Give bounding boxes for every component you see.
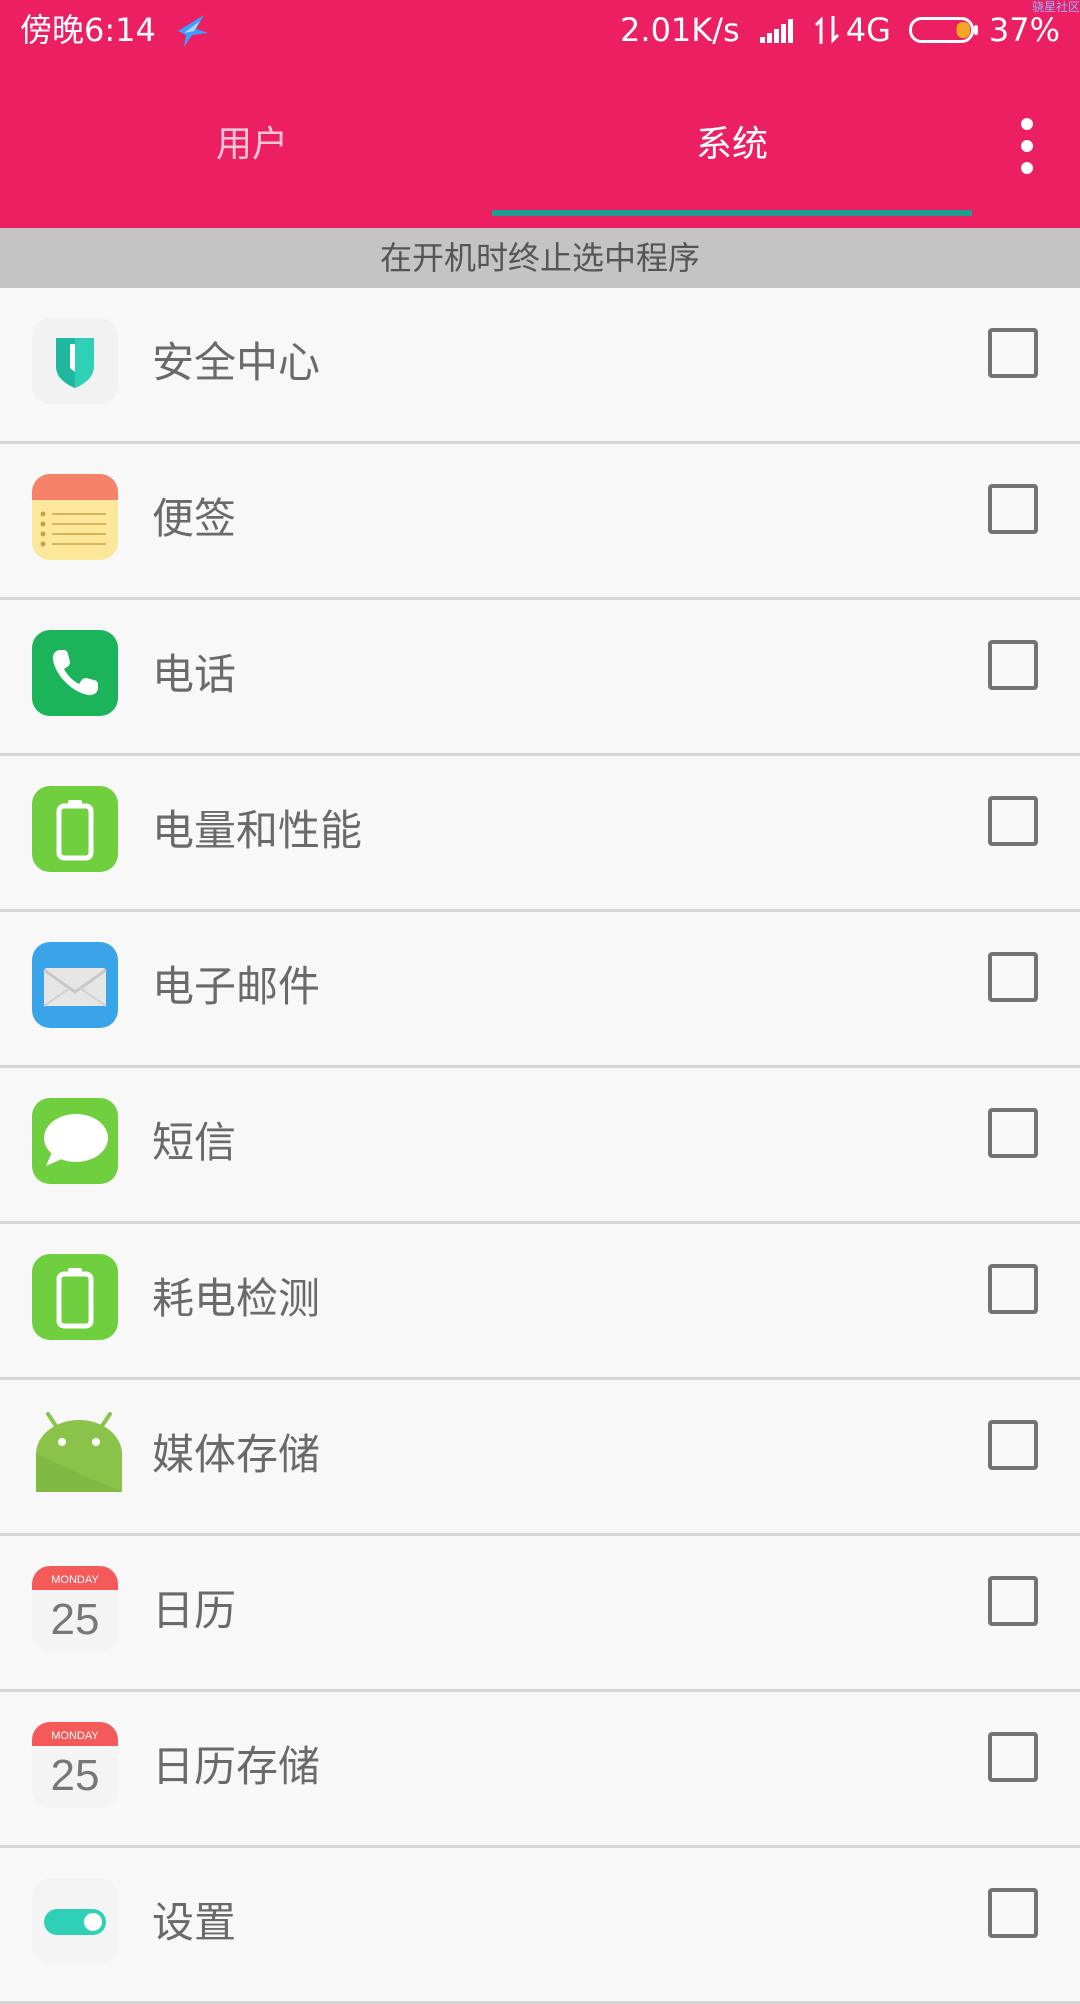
- list-item[interactable]: 短信: [0, 1068, 1080, 1224]
- app-label: 电子邮件: [152, 962, 321, 1011]
- app-checkbox[interactable]: [988, 484, 1038, 534]
- battery-status-icon: [908, 17, 978, 43]
- app-header: 傍晚6:14 2.01K/s 4G 37% 骁星社区 用户 系统: [0, 0, 1080, 228]
- app-label: 安全中心: [152, 338, 321, 387]
- toggle-icon: [32, 1878, 118, 1964]
- phone-icon: [32, 630, 118, 716]
- app-checkbox[interactable]: [988, 1264, 1038, 1314]
- list-item[interactable]: MONDAY 25 日历: [0, 1536, 1080, 1692]
- app-label: 电量和性能: [152, 806, 363, 855]
- tab-bar: 用户 系统: [0, 84, 1080, 228]
- more-options-button[interactable]: [1010, 118, 1044, 178]
- app-list: 安全中心 便签 电话 电量和性能 电子邮件 短信 耗电检测 媒体存储 MONDA…: [0, 288, 1080, 2004]
- status-right: 2.01K/s 4G 37%: [620, 8, 1060, 52]
- app-label: 日历存储: [152, 1742, 321, 1791]
- android-icon: [36, 1412, 122, 1492]
- calendar-date-text: 25: [51, 1751, 100, 1800]
- tab-indicator: [492, 210, 972, 216]
- email-icon: [32, 942, 118, 1028]
- status-time: 傍晚6:14: [20, 11, 156, 49]
- more-dot-icon: [1021, 140, 1033, 152]
- list-item[interactable]: 电子邮件: [0, 912, 1080, 1068]
- app-checkbox[interactable]: [988, 1732, 1038, 1782]
- app-label: 电话: [152, 650, 237, 699]
- more-dot-icon: [1021, 162, 1033, 174]
- list-item[interactable]: 安全中心: [0, 288, 1080, 444]
- list-item[interactable]: 电量和性能: [0, 756, 1080, 912]
- tab-user[interactable]: 用户: [12, 84, 492, 228]
- app-label: 便签: [152, 494, 237, 543]
- network-type: 4G: [845, 11, 891, 49]
- status-left: 傍晚6:14: [20, 8, 212, 52]
- message-icon: [32, 1098, 118, 1184]
- status-bar: 傍晚6:14 2.01K/s 4G 37% 骁星社区: [0, 0, 1080, 64]
- app-label: 短信: [152, 1118, 237, 1167]
- calendar-date-text: 25: [51, 1595, 100, 1644]
- section-header: 在开机时终止选中程序: [0, 228, 1080, 288]
- list-item[interactable]: 设置: [0, 1848, 1080, 2004]
- app-label: 媒体存储: [152, 1430, 321, 1479]
- signal-icon: [759, 19, 793, 43]
- list-item[interactable]: 便签: [0, 444, 1080, 600]
- app-checkbox[interactable]: [988, 1888, 1038, 1938]
- app-checkbox[interactable]: [988, 328, 1038, 378]
- tab-system[interactable]: 系统: [492, 84, 972, 228]
- battery-icon: [32, 786, 118, 872]
- app-checkbox[interactable]: [988, 640, 1038, 690]
- calendar-day-text: MONDAY: [51, 1574, 99, 1586]
- app-checkbox[interactable]: [988, 1420, 1038, 1470]
- app-checkbox[interactable]: [988, 1576, 1038, 1626]
- bird-icon: [177, 15, 208, 47]
- watermark: 骁星社区: [1031, 0, 1080, 14]
- notes-icon: [32, 474, 118, 560]
- list-item[interactable]: 电话: [0, 600, 1080, 756]
- network-speed: 2.01K/s: [620, 11, 740, 49]
- app-label: 设置: [152, 1898, 237, 1947]
- app-checkbox[interactable]: [988, 952, 1038, 1002]
- app-label: 耗电检测: [152, 1274, 321, 1323]
- app-checkbox[interactable]: [988, 796, 1038, 846]
- battery-icon: [32, 1254, 118, 1340]
- list-item[interactable]: MONDAY 25 日历存储: [0, 1692, 1080, 1848]
- list-item[interactable]: 媒体存储: [0, 1380, 1080, 1536]
- app-label: 日历: [152, 1586, 237, 1635]
- app-checkbox[interactable]: [988, 1108, 1038, 1158]
- calendar-day-text: MONDAY: [51, 1730, 99, 1742]
- calendar-icon: MONDAY 25: [32, 1722, 118, 1808]
- more-dot-icon: [1021, 118, 1033, 130]
- list-item[interactable]: 耗电检测: [0, 1224, 1080, 1380]
- shield-icon: [32, 318, 118, 404]
- data-transfer-icon: [814, 16, 839, 44]
- calendar-icon: MONDAY 25: [32, 1566, 118, 1652]
